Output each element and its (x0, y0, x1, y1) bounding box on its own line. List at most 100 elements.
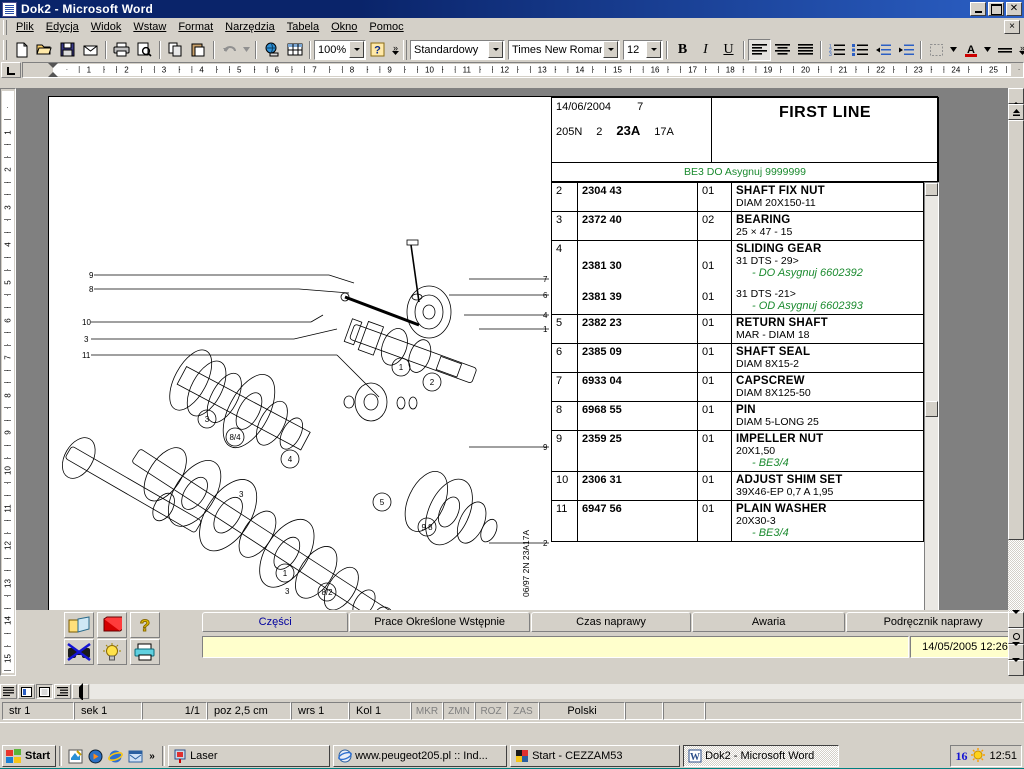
undo-dropdown-icon[interactable] (241, 39, 252, 61)
menu-item-narzedzia[interactable]: Narzędzia (219, 19, 281, 35)
scrollbar-thumb[interactable] (925, 401, 938, 417)
tab-czas-naprawy[interactable]: Czas naprawy (531, 612, 691, 632)
formatting-toolbar-overflow[interactable]: » (1016, 39, 1024, 61)
scroll-down-button[interactable] (1008, 660, 1024, 676)
tab-prace-okreslone-wstepnie[interactable]: Prace Określone Wstępnie (349, 612, 530, 632)
lightbulb-icon[interactable] (97, 639, 127, 665)
email-icon[interactable] (79, 39, 102, 61)
table-row[interactable]: 10 2306 31 01 ADJUST SHIM SET 39X46-EP 0… (552, 472, 924, 501)
chevron-down-icon[interactable] (488, 41, 503, 58)
menu-item-tabela[interactable]: Tabela (281, 19, 325, 35)
help-question-icon[interactable]: ? (366, 39, 389, 61)
scroll-up-button[interactable] (1008, 88, 1024, 104)
table-row[interactable]: 7 6933 04 01 CAPSCREW DIAM 8X125-50 (552, 373, 924, 402)
tab-stop-left-icon[interactable] (1, 62, 21, 78)
table-row[interactable]: 2 2304 43 01 SHAFT FIX NUT DIAM 20X150-1… (552, 183, 924, 212)
status-flag-mkr[interactable]: MKR (411, 702, 443, 720)
new-document-icon[interactable] (10, 39, 33, 61)
align-justify-icon[interactable] (794, 39, 817, 61)
no-binoculars-icon[interactable] (64, 639, 94, 665)
underline-button[interactable]: U (717, 39, 740, 61)
help-yellow-icon[interactable]: ? (130, 612, 160, 638)
borders-icon[interactable] (925, 39, 948, 61)
status-language[interactable]: Polski (539, 702, 625, 720)
show-desktop-icon[interactable] (66, 747, 84, 765)
italic-button[interactable]: I (694, 39, 717, 61)
horizontal-ruler[interactable]: 1·||·2·||·3·||·4·||·5·||·6·||·7·||·8·||·… (22, 62, 1024, 78)
previous-page-icon[interactable] (72, 684, 89, 699)
normal-view-icon[interactable] (0, 684, 17, 699)
table-row[interactable]: 4 2381 30 2381 39 01 01 (552, 241, 924, 315)
menu-item-plik[interactable]: Plik (10, 19, 40, 35)
sun-icon[interactable] (971, 748, 985, 765)
scroll-up-button[interactable] (925, 183, 938, 196)
bulleted-list-icon[interactable] (848, 39, 871, 61)
chevron-down-icon[interactable] (349, 41, 364, 58)
chevron-down-icon[interactable] (646, 41, 661, 58)
tab-czesci[interactable]: Części (202, 612, 348, 632)
catalog-status-field[interactable] (202, 636, 909, 658)
zoom-combo[interactable]: 100% (314, 40, 366, 60)
previous-page-button[interactable] (1008, 612, 1024, 628)
decrease-indent-icon[interactable] (871, 39, 894, 61)
formatting-toolbar-grip[interactable] (403, 40, 407, 60)
menu-grip[interactable] (3, 20, 7, 35)
align-left-icon[interactable] (748, 39, 771, 61)
web-layout-view-icon[interactable] (18, 684, 35, 699)
maximize-button[interactable] (988, 2, 1004, 16)
scrollbar-thumb[interactable] (1008, 120, 1024, 540)
clock[interactable]: 12:51 (989, 750, 1017, 762)
insert-table-icon[interactable] (283, 39, 306, 61)
menu-item-okno[interactable]: Okno (325, 19, 363, 35)
document-vertical-scrollbar[interactable] (1008, 88, 1024, 676)
print-preview-icon[interactable] (133, 39, 156, 61)
align-center-icon[interactable] (771, 39, 794, 61)
start-button[interactable]: Start (2, 745, 56, 767)
bold-button[interactable]: B (671, 39, 694, 61)
open-folder-icon[interactable] (33, 39, 56, 61)
copy-icon[interactable] (164, 39, 187, 61)
chevron-down-icon[interactable] (603, 41, 618, 58)
font-combo[interactable]: Times New Roman (508, 40, 620, 60)
taskbar-item-peugeot205[interactable]: www.peugeot205.pl :: Ind... (333, 745, 507, 767)
menu-item-widok[interactable]: Widok (85, 19, 128, 35)
quicklaunch-overflow-icon[interactable]: » (146, 747, 158, 765)
language-indicator[interactable]: 16 (955, 749, 967, 764)
chevron-down-icon[interactable] (982, 39, 993, 61)
font-size-combo[interactable]: 12 (623, 40, 663, 60)
status-flag-zmn[interactable]: ZMN (443, 702, 475, 720)
close-button[interactable]: ✕ (1006, 2, 1022, 16)
close-document-button[interactable]: × (1004, 20, 1020, 34)
increase-indent-icon[interactable] (894, 39, 917, 61)
table-row[interactable]: 8 6968 55 01 PIN DIAM 5-LONG 25 (552, 402, 924, 431)
minimize-button[interactable] (970, 2, 986, 16)
red-book-icon[interactable] (97, 612, 127, 638)
open-book-icon[interactable] (64, 612, 94, 638)
table-row[interactable]: 6 2385 09 01 SHAFT SEAL DIAM 8X15-2 (552, 344, 924, 373)
standard-toolbar-grip[interactable] (3, 40, 7, 60)
printer-icon[interactable] (130, 639, 160, 665)
highlight-icon[interactable] (993, 39, 1016, 61)
tab-awaria[interactable]: Awaria (692, 612, 845, 632)
vertical-ruler[interactable]: 1·||·2·||·3·||·4·||·5·||·6·||·7·||·8·||·… (0, 88, 16, 676)
indent-marker[interactable] (47, 63, 59, 77)
outlook-express-icon[interactable] (126, 747, 144, 765)
horizontal-scrollbar-track[interactable] (90, 684, 1024, 699)
tab-podrecznik-naprawy[interactable]: Podręcznik naprawy (846, 612, 1020, 632)
font-color-icon[interactable]: A (959, 39, 982, 61)
print-layout-view-icon[interactable] (36, 684, 53, 699)
table-row[interactable]: 3 2372 40 02 BEARING 25 × 47 - 15 (552, 212, 924, 241)
insert-hyperlink-icon[interactable] (260, 39, 283, 61)
table-row[interactable]: 5 2382 23 01 RETURN SHAFT MAR - DIAM 18 (552, 315, 924, 344)
menu-item-wstaw[interactable]: Wstaw (127, 19, 172, 35)
outline-view-icon[interactable] (54, 684, 71, 699)
table-row[interactable]: 11 6947 56 01 PLAIN WASHER 20X30-3 - BE3… (552, 501, 924, 542)
undo-icon[interactable] (218, 39, 241, 61)
scroll-top-of-page-button[interactable] (1008, 104, 1024, 120)
internet-explorer-icon[interactable] (106, 747, 124, 765)
taskbar-item-word[interactable]: W Dok2 - Microsoft Word (683, 745, 839, 767)
chevron-down-icon[interactable] (948, 39, 959, 61)
save-icon[interactable] (56, 39, 79, 61)
menu-item-edycja[interactable]: Edycja (40, 19, 85, 35)
taskbar-item-cezzam53[interactable]: Start - CEZZAM53 (510, 745, 680, 767)
